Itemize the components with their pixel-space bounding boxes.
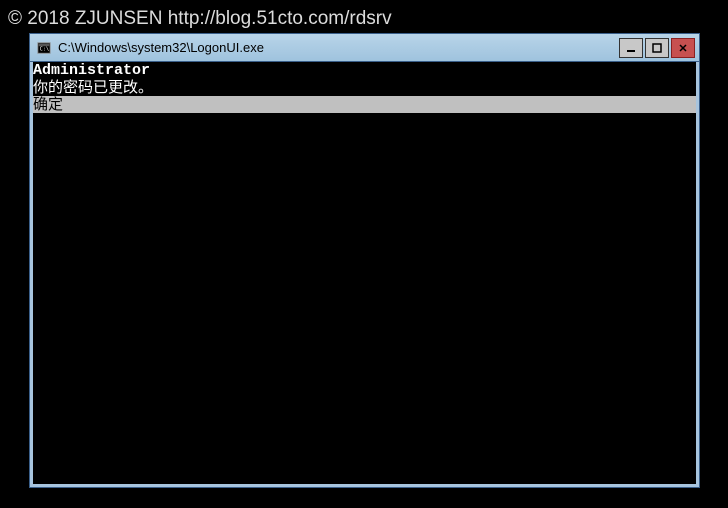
minimize-button[interactable] — [619, 38, 643, 58]
application-window: C:\ C:\Windows\system32\LogonUI.exe Admi… — [29, 33, 700, 488]
svg-text:C:\: C:\ — [40, 46, 49, 52]
username-line: Administrator — [33, 62, 696, 79]
watermark-text: © 2018 ZJUNSEN http://blog.51cto.com/rds… — [8, 8, 392, 30]
app-icon: C:\ — [36, 40, 52, 56]
window-controls — [619, 34, 699, 61]
message-line: 你的密码已更改。 — [33, 79, 696, 96]
close-button[interactable] — [671, 38, 695, 58]
ok-button[interactable]: 确定 — [33, 96, 696, 113]
titlebar[interactable]: C:\ C:\Windows\system32\LogonUI.exe — [30, 34, 699, 62]
console-area[interactable]: Administrator 你的密码已更改。 确定 — [30, 62, 699, 487]
maximize-button[interactable] — [645, 38, 669, 58]
window-title: C:\Windows\system32\LogonUI.exe — [58, 40, 619, 55]
